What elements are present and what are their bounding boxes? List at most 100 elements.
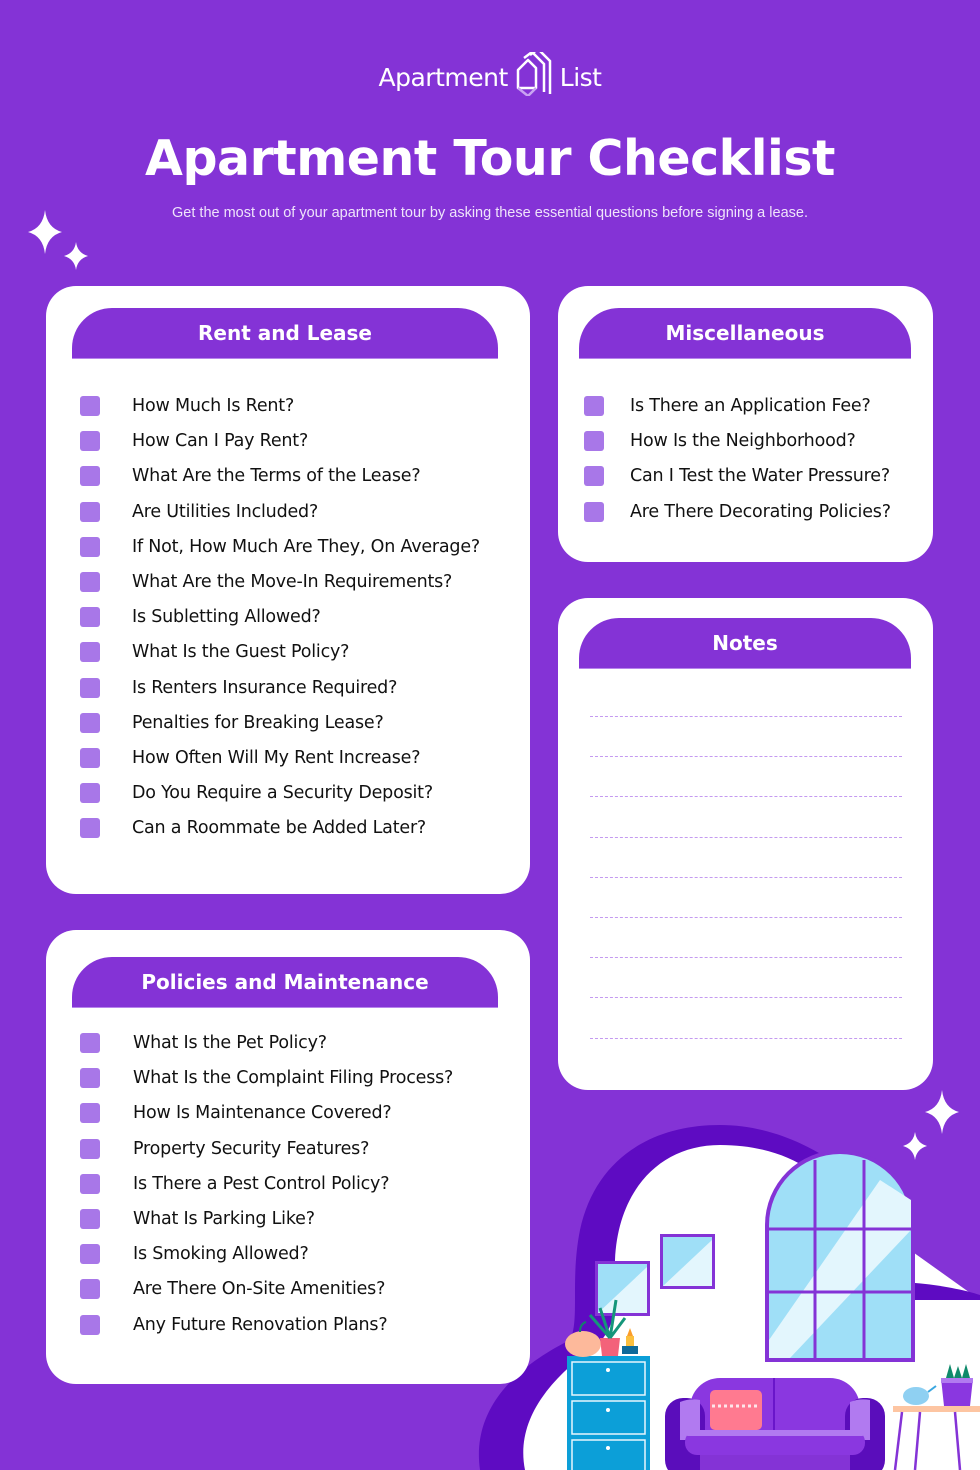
dresser	[567, 1356, 650, 1470]
notes-line[interactable]	[590, 997, 902, 999]
policies-card: Policies and Maintenance What Is the Pet…	[46, 930, 530, 1384]
checkbox[interactable]	[80, 1279, 100, 1300]
notes-line[interactable]	[590, 957, 902, 959]
sparkle-icon	[28, 210, 62, 254]
checklist-item[interactable]: What Is Parking Like?	[80, 1209, 315, 1229]
checklist-item-label: Property Security Features?	[133, 1138, 370, 1159]
checklist-item[interactable]: If Not, How Much Are They, On Average?	[80, 536, 480, 557]
checklist-item-label: Are Utilities Included?	[132, 501, 319, 522]
checkbox[interactable]	[80, 712, 100, 733]
checklist-item[interactable]: What Is the Guest Policy?	[80, 642, 350, 663]
checklist-item[interactable]: Do You Require a Security Deposit?	[80, 783, 433, 804]
checklist-item[interactable]: Can a Roommate be Added Later?	[80, 818, 427, 839]
notes-card: Notes	[558, 598, 933, 1090]
checkbox[interactable]	[80, 1209, 100, 1229]
misc-card: Miscellaneous Is There an Application Fe…	[558, 286, 933, 562]
checklist-item[interactable]: Can I Test the Water Pressure?	[584, 466, 890, 487]
plant-pot	[941, 1378, 973, 1406]
checklist-item[interactable]: Is There an Application Fee?	[584, 396, 871, 416]
notes-line[interactable]	[590, 756, 902, 758]
checklist-item-label: Are There On-Site Amenities?	[133, 1279, 386, 1300]
checkbox[interactable]	[80, 818, 100, 839]
card-header: Miscellaneous	[579, 308, 911, 359]
plant-pot	[600, 1338, 620, 1356]
checklist-item-label: How Can I Pay Rent?	[132, 431, 309, 452]
checklist-item[interactable]: Any Future Renovation Plans?	[80, 1314, 388, 1335]
checkbox[interactable]	[584, 431, 604, 452]
room-wall	[523, 1145, 980, 1470]
side-table	[893, 1364, 980, 1470]
notes-line[interactable]	[590, 796, 902, 798]
notes-line[interactable]	[590, 836, 902, 838]
brand-name-right: List	[559, 62, 602, 92]
checklist-item[interactable]: What Are the Terms of the Lease?	[80, 466, 421, 487]
notes-line[interactable]	[590, 917, 902, 918]
checkbox[interactable]	[80, 748, 100, 768]
notes-line[interactable]	[590, 716, 902, 717]
checklist-item-label: Are There Decorating Policies?	[630, 501, 891, 522]
checkbox[interactable]	[80, 783, 100, 804]
checkbox[interactable]	[80, 572, 100, 592]
checklist-item-label: If Not, How Much Are They, On Average?	[132, 536, 480, 557]
checkbox[interactable]	[584, 466, 604, 487]
arched-window	[765, 1150, 915, 1362]
notes-line[interactable]	[590, 876, 902, 878]
checklist-item[interactable]: Are Utilities Included?	[80, 501, 319, 522]
checklist-item[interactable]: Is Subletting Allowed?	[80, 607, 321, 628]
checklist-item[interactable]: How Is Maintenance Covered?	[80, 1103, 392, 1124]
brand-name-left: Apartment	[378, 62, 509, 92]
checkbox[interactable]	[80, 1033, 100, 1053]
house-lines-icon	[514, 47, 554, 102]
brand-logo: Apartment List	[0, 47, 980, 102]
checklist-item-label: What Are the Terms of the Lease?	[132, 466, 421, 487]
checklist-item[interactable]: Is Smoking Allowed?	[80, 1244, 309, 1265]
checkbox[interactable]	[80, 1138, 100, 1159]
checkbox[interactable]	[80, 642, 100, 663]
checklist-item-label: Is Smoking Allowed?	[133, 1244, 309, 1265]
checkbox[interactable]	[80, 1103, 100, 1124]
picture-frame	[595, 1261, 650, 1316]
checklist-item[interactable]: How Can I Pay Rent?	[80, 431, 309, 452]
rent-lease-card: Rent and Lease How Much Is Rent? How Can …	[46, 286, 530, 894]
checklist-item-label: Do You Require a Security Deposit?	[132, 783, 433, 804]
checkbox[interactable]	[80, 536, 100, 557]
card-header: Policies and Maintenance	[72, 957, 498, 1008]
sofa	[665, 1378, 885, 1470]
checkbox[interactable]	[584, 501, 604, 522]
checkbox[interactable]	[80, 607, 100, 628]
checkbox[interactable]	[80, 1173, 100, 1194]
checkbox[interactable]	[80, 1314, 100, 1335]
checkbox[interactable]	[80, 1244, 100, 1265]
checklist-item-label: What Is the Complaint Filing Process?	[133, 1068, 454, 1089]
checklist-item[interactable]: What Is the Pet Policy?	[80, 1033, 327, 1053]
checklist-item-label: How Is the Neighborhood?	[630, 431, 856, 452]
checklist-item[interactable]: Is Renters Insurance Required?	[80, 677, 397, 698]
checklist-item[interactable]: How Often Will My Rent Increase?	[80, 748, 421, 768]
checklist-item[interactable]: Are There On-Site Amenities?	[80, 1279, 386, 1300]
checklist-item[interactable]: What Are the Move-In Requirements?	[80, 572, 452, 592]
checkbox[interactable]	[80, 501, 100, 522]
checklist-item[interactable]: Is There a Pest Control Policy?	[80, 1173, 390, 1194]
teapot	[903, 1387, 929, 1405]
checklist-item[interactable]: Are There Decorating Policies?	[584, 501, 891, 522]
checklist-item-label: Is There a Pest Control Policy?	[133, 1173, 390, 1194]
candle-base	[622, 1346, 638, 1354]
checklist-item[interactable]: How Is the Neighborhood?	[584, 431, 856, 452]
checkbox[interactable]	[80, 677, 100, 698]
checklist-item[interactable]: Penalties for Breaking Lease?	[80, 712, 384, 733]
notes-line[interactable]	[590, 1037, 902, 1039]
card-header: Notes	[579, 618, 911, 669]
checklist-item-label: What Is the Guest Policy?	[132, 642, 350, 663]
checklist-item[interactable]: Property Security Features?	[80, 1138, 370, 1159]
checkbox[interactable]	[80, 396, 100, 416]
checkbox[interactable]	[80, 466, 100, 487]
checklist-item[interactable]: How Much Is Rent?	[80, 396, 294, 416]
sparkle-icon	[903, 1132, 927, 1160]
picture-frame	[660, 1234, 715, 1289]
checklist-item[interactable]: What Is the Complaint Filing Process?	[80, 1068, 454, 1089]
checkbox[interactable]	[80, 1068, 100, 1089]
checkbox[interactable]	[80, 431, 100, 452]
checklist-item-label: Can a Roommate be Added Later?	[132, 818, 427, 839]
sparkle-icon	[64, 242, 88, 270]
checkbox[interactable]	[584, 396, 604, 416]
